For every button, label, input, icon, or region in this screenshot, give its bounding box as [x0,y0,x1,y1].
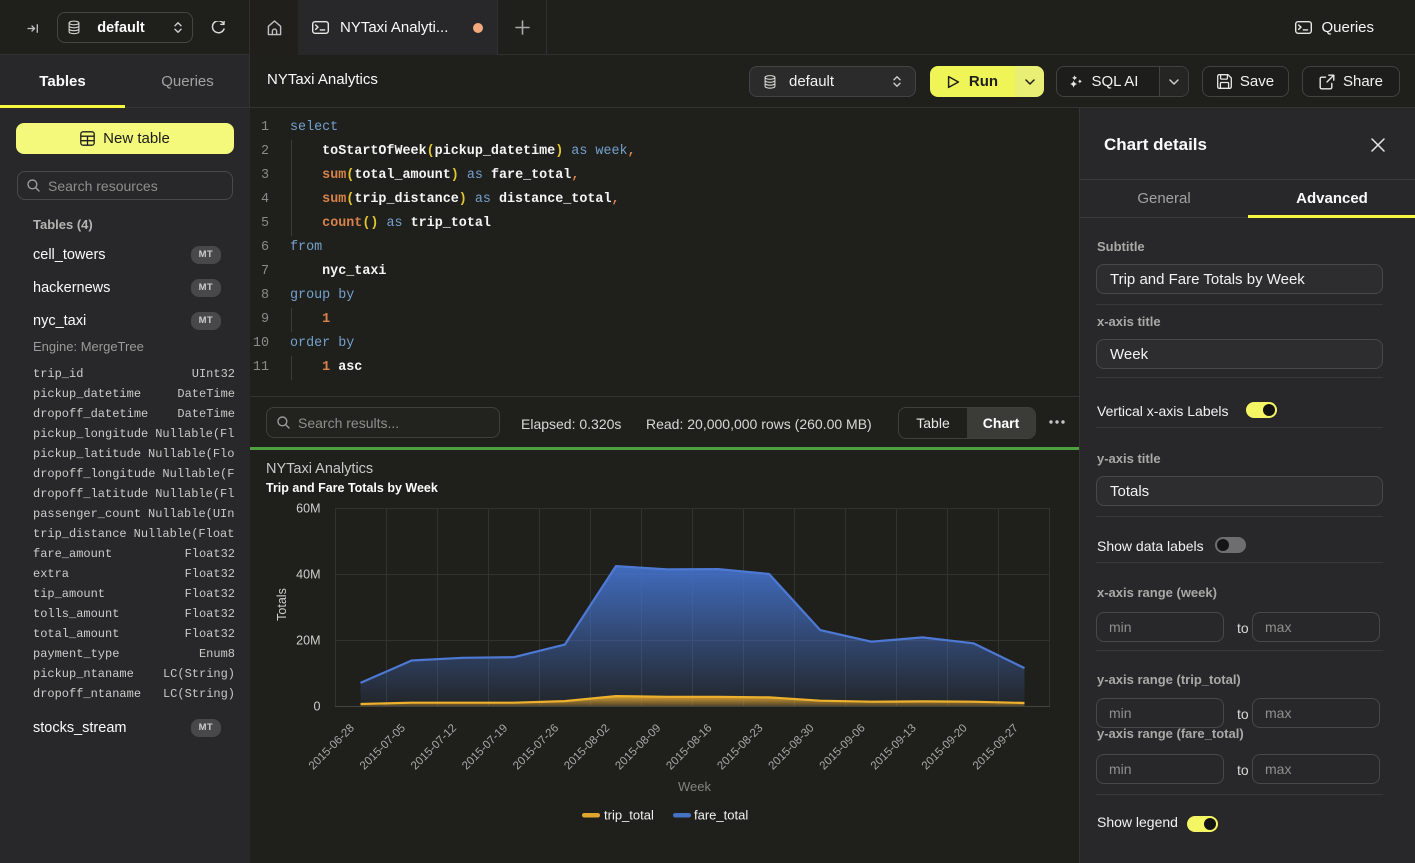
svg-text:Trip and Fare Totals by Week: Trip and Fare Totals by Week [266,481,438,495]
svg-text:2015-07-19: 2015-07-19 [460,722,510,772]
svg-text:Totals: Totals [275,588,289,621]
svg-text:2015-07-12: 2015-07-12 [409,722,459,772]
svg-text:2015-08-09: 2015-08-09 [613,722,663,772]
svg-text:2015-06-28: 2015-06-28 [307,722,357,772]
svg-text:2015-07-05: 2015-07-05 [358,722,408,772]
svg-text:2015-09-20: 2015-09-20 [920,722,970,772]
svg-text:2015-08-16: 2015-08-16 [664,722,714,772]
svg-text:fare_total: fare_total [694,808,748,823]
svg-text:60M: 60M [296,502,320,516]
svg-text:2015-08-23: 2015-08-23 [715,722,765,772]
svg-text:2015-09-13: 2015-09-13 [869,722,919,772]
svg-text:20M: 20M [296,634,320,648]
svg-text:2015-07-26: 2015-07-26 [511,722,561,772]
svg-text:2015-08-02: 2015-08-02 [562,722,612,772]
svg-text:trip_total: trip_total [604,808,654,823]
svg-text:0: 0 [314,700,321,714]
svg-text:2015-09-06: 2015-09-06 [818,722,868,772]
svg-text:NYTaxi Analytics: NYTaxi Analytics [266,461,373,477]
svg-text:2015-09-27: 2015-09-27 [971,722,1021,772]
svg-text:Week: Week [678,779,711,794]
svg-text:40M: 40M [296,568,320,582]
svg-text:2015-08-30: 2015-08-30 [767,722,817,772]
